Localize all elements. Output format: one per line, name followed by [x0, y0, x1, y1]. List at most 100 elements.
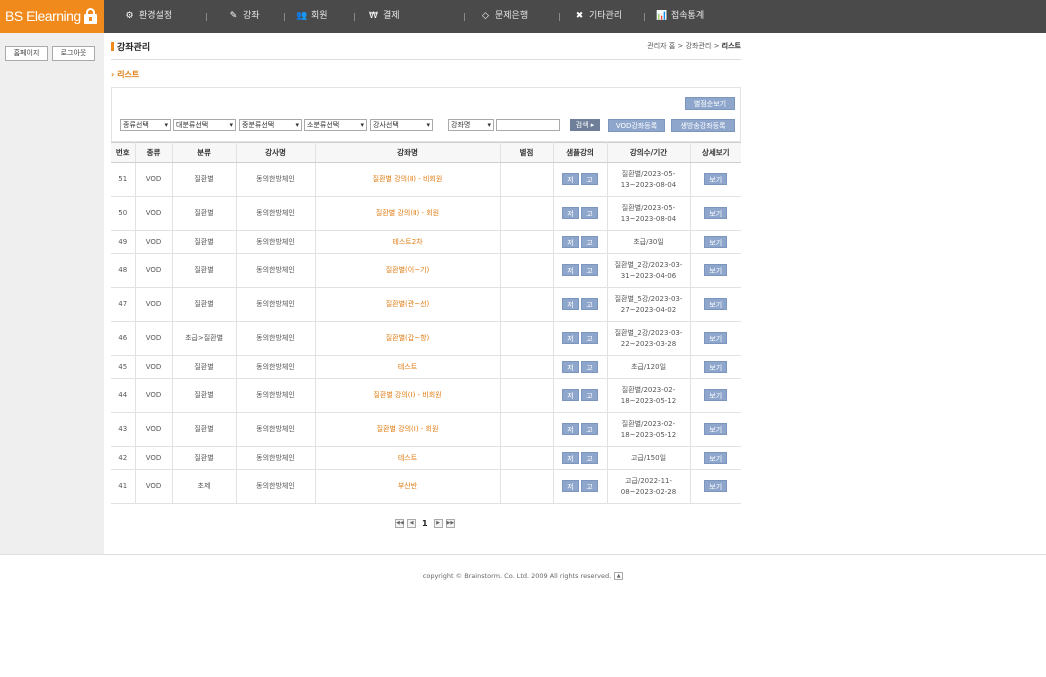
- chevron-down-icon: ▾: [295, 121, 299, 129]
- search-input[interactable]: [496, 119, 560, 131]
- lecture-title-link[interactable]: 테스트2차: [392, 238, 422, 246]
- sample-high-button[interactable]: 고: [581, 423, 598, 435]
- view-detail-button[interactable]: 보기: [704, 360, 728, 373]
- last-page-icon[interactable]: ▶▶: [445, 518, 455, 528]
- sample-high-button[interactable]: 고: [581, 264, 598, 276]
- nav-item-1[interactable]: ✎ 강좌: [228, 0, 260, 33]
- first-page-icon[interactable]: ◀◀: [395, 518, 404, 528]
- current-page[interactable]: 1: [422, 519, 428, 528]
- cell-sample: 저고: [553, 355, 608, 379]
- lecture-title-link[interactable]: 질환별(관~선): [386, 300, 430, 308]
- cell-rating: [500, 355, 554, 379]
- view-detail-button[interactable]: 보기: [704, 451, 728, 464]
- nav-item-label: 접속통계: [671, 11, 705, 21]
- breadcrumb-path: 관리자 홈 > 강좌관리 >: [647, 42, 722, 50]
- logout-button[interactable]: 로그아웃: [52, 46, 95, 61]
- filter-major-value: 대분류선택: [176, 121, 209, 129]
- register-live-button[interactable]: 생방송강좌등록: [671, 119, 735, 132]
- view-detail-button[interactable]: 보기: [704, 480, 728, 492]
- chevron-down-icon: ▾: [487, 121, 491, 129]
- lecture-title-link[interactable]: 부산반: [398, 482, 417, 490]
- chevron-down-icon: ▾: [426, 121, 430, 129]
- sample-low-button[interactable]: 저: [562, 423, 579, 435]
- sample-low-button[interactable]: 저: [562, 451, 579, 464]
- lecture-table: 번호 종류 분류 강사명 강좌명 별점 샘플강의 강의수/기간 상세보기 51 VOD 질환별 동의한…: [111, 142, 741, 504]
- view-detail-button[interactable]: 보기: [704, 389, 728, 401]
- cell-rating: [500, 378, 554, 413]
- search-field-select[interactable]: 강좌명 ▾: [448, 119, 494, 131]
- view-detail-button[interactable]: 보기: [704, 173, 728, 185]
- logo[interactable]: BS Elearning: [0, 0, 104, 33]
- sample-low-button[interactable]: 저: [562, 389, 579, 401]
- filter-minor-select[interactable]: 소분류선택 ▾: [304, 119, 367, 131]
- view-detail-button[interactable]: 보기: [704, 207, 728, 219]
- cell-period: 질환별/2023-02-18~2023-05-12: [607, 412, 691, 447]
- sample-low-button[interactable]: 저: [562, 332, 579, 344]
- view-detail-button[interactable]: 보기: [704, 332, 728, 344]
- lecture-title-link[interactable]: 테스트: [398, 454, 417, 462]
- sample-high-button[interactable]: 고: [581, 389, 598, 401]
- filter-type-select[interactable]: 종류선택 ▾: [120, 119, 171, 131]
- sample-low-button[interactable]: 저: [562, 298, 579, 310]
- cell-category: 질환별: [172, 287, 237, 322]
- lecture-title-link[interactable]: 질환별(갑~항): [386, 334, 430, 342]
- sample-high-button[interactable]: 고: [581, 332, 598, 344]
- view-detail-button[interactable]: 보기: [704, 423, 728, 435]
- sample-high-button[interactable]: 고: [581, 480, 598, 492]
- nav-item-5[interactable]: ✖ 기타관리: [574, 0, 622, 33]
- cell-type: VOD: [135, 321, 173, 356]
- column-header: 강의수/기간: [607, 142, 691, 163]
- search-button[interactable]: 검색 ▸: [570, 119, 600, 131]
- sample-low-button[interactable]: 저: [562, 264, 579, 276]
- sample-low-button[interactable]: 저: [562, 235, 579, 248]
- prev-page-icon[interactable]: ◀: [407, 518, 416, 528]
- cell-title: 질환별 강의(Ⅰ) - 비회원: [315, 378, 501, 413]
- lecture-title-link[interactable]: 테스트: [398, 363, 417, 371]
- nav-item-4[interactable]: ◇ 문제은행: [480, 0, 528, 33]
- play-icon: ▸: [590, 121, 595, 129]
- nav-item-2[interactable]: 👥 회원: [296, 0, 328, 33]
- title-bar: 강좌관리 관리자 홈 > 강좌관리 > 리스트: [111, 38, 741, 56]
- column-header: 상세보기: [690, 142, 741, 163]
- register-vod-button[interactable]: VOD강좌등록: [608, 119, 665, 132]
- lecture-title-link[interactable]: 질환별(이~기): [386, 266, 430, 274]
- filter-teacher-select[interactable]: 강사선택 ▾: [370, 119, 433, 131]
- cell-title: 질환별(관~선): [315, 287, 501, 322]
- lecture-title-link[interactable]: 질환별 강의(Ⅰ) - 비회원: [373, 391, 441, 399]
- view-detail-button[interactable]: 보기: [704, 235, 728, 248]
- chevron-down-icon: ▾: [360, 121, 364, 129]
- sample-low-button[interactable]: 저: [562, 360, 579, 373]
- filter-middle-select[interactable]: 중분류선택 ▾: [239, 119, 302, 131]
- cell-type: VOD: [135, 412, 173, 447]
- sample-high-button[interactable]: 고: [581, 235, 598, 248]
- filter-major-select[interactable]: 대분류선택 ▾: [173, 119, 236, 131]
- nav-item-6[interactable]: 📊 접속통계: [656, 0, 704, 33]
- nav-item-0[interactable]: ⚙ 환경설정: [124, 0, 172, 33]
- homepage-button[interactable]: 홈페이지: [5, 46, 48, 61]
- sample-high-button[interactable]: 고: [581, 298, 598, 310]
- sample-high-button[interactable]: 고: [581, 173, 598, 185]
- scroll-top-icon[interactable]: ▲: [614, 572, 624, 580]
- lecture-title-link[interactable]: 질환별 강의(Ⅱ) - 회원: [376, 209, 439, 217]
- lecture-title-link[interactable]: 질환별 강의(Ⅰ) - 회원: [377, 425, 439, 433]
- search-button-label: 검색: [575, 121, 589, 129]
- cell-title: 테스트2차: [315, 230, 501, 254]
- sample-high-button[interactable]: 고: [581, 451, 598, 464]
- nav-item-3[interactable]: ₩ 결제: [368, 0, 400, 33]
- sample-low-button[interactable]: 저: [562, 480, 579, 492]
- table-row: 45 VOD 질환별 동의한방체인 테스트 저 고 초급/120일 보기: [111, 355, 741, 379]
- cell-no: 48: [111, 253, 136, 288]
- cell-category: 질환별: [172, 412, 237, 447]
- lecture-title-link[interactable]: 질환별 강의(Ⅱ) - 비회원: [373, 175, 443, 183]
- filter-panel: 별점순보기 종류선택 ▾ 대분류선택 ▾ 중분류선택 ▾ 소분류선택 ▾ 강사선택 ▾ 강…: [111, 87, 741, 142]
- sample-low-button[interactable]: 저: [562, 173, 579, 185]
- sample-high-button[interactable]: 고: [581, 360, 598, 373]
- cell-sample: 저고: [553, 162, 608, 197]
- sort-rating-button[interactable]: 별점순보기: [685, 97, 735, 110]
- view-detail-button[interactable]: 보기: [704, 264, 728, 276]
- next-page-icon[interactable]: ▶: [433, 518, 443, 528]
- sample-high-button[interactable]: 고: [581, 207, 598, 219]
- sample-low-button[interactable]: 저: [562, 207, 579, 219]
- view-detail-button[interactable]: 보기: [704, 298, 728, 310]
- cell-sample: 저고: [553, 469, 608, 504]
